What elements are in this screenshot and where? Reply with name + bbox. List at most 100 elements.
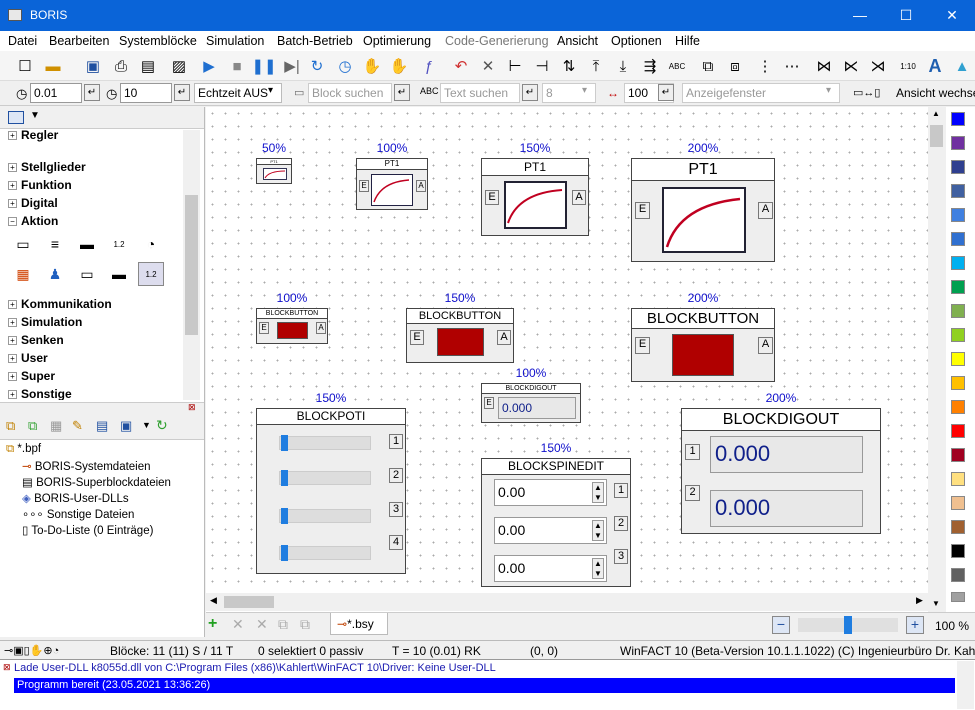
category-super[interactable]: + Super	[8, 369, 55, 383]
block-bar-icon[interactable]: ▬	[106, 262, 132, 286]
connect3-icon[interactable]: ⋊	[867, 55, 889, 77]
color-swatch[interactable]	[951, 400, 965, 414]
color-swatch[interactable]	[951, 208, 965, 222]
status-icons[interactable]: ⊸▣▯✋⊕◔	[4, 644, 59, 657]
close-tab-icon[interactable]: ✕	[232, 616, 244, 633]
slider-thumb-1[interactable]	[281, 435, 288, 451]
align-top-icon[interactable]: ⤒	[585, 55, 607, 77]
category-aktion[interactable]: − Aktion	[8, 214, 58, 228]
red-button[interactable]	[277, 322, 308, 339]
blockdigout-200[interactable]: BLOCKDIGOUT 1 2 0.000 0.000	[681, 408, 881, 534]
color-swatch[interactable]	[951, 304, 965, 318]
category-stellglieder[interactable]: + Stellglieder	[8, 160, 86, 174]
delete-icon[interactable]: ✕	[477, 55, 499, 77]
menu-bearbeiten[interactable]: Bearbeiten	[49, 34, 109, 48]
copy-icon[interactable]: ⊣	[531, 55, 553, 77]
tree-icon[interactable]: ⋮	[754, 55, 776, 77]
tree-systemdateien[interactable]: ⊸ BORIS-Systemdateien	[22, 459, 151, 473]
color-swatch[interactable]	[951, 112, 965, 126]
picture-icon[interactable]: ▨	[168, 55, 190, 77]
color-swatch[interactable]	[951, 160, 965, 174]
step-icon[interactable]: ▶|	[281, 55, 303, 77]
scroll-down-icon[interactable]: ▼	[932, 599, 940, 608]
block-digout-icon[interactable]: ▬	[74, 232, 100, 256]
display-window-select[interactable]: Anzeigefenster	[682, 83, 840, 103]
color-swatch[interactable]	[951, 544, 965, 558]
menu-batch[interactable]: Batch-Betrieb	[277, 34, 353, 48]
step-size-field[interactable]: 0.01	[30, 83, 82, 103]
time-apply-icon[interactable]: ↵	[174, 84, 190, 101]
stop-icon[interactable]: ■	[226, 55, 248, 77]
pt1-block-150[interactable]: PT1 E A	[481, 158, 589, 236]
scroll-thumb[interactable]	[930, 125, 943, 147]
blockbutton-200[interactable]: BLOCKBUTTON E A	[631, 308, 775, 382]
zoom-out-button[interactable]: −	[772, 616, 790, 634]
category-regler[interactable]: + Regler	[8, 130, 58, 142]
maximize-icon[interactable]: ☐	[883, 0, 929, 31]
spellcheck-icon[interactable]: ABC	[666, 55, 688, 77]
number-select[interactable]: 8	[542, 83, 596, 103]
save-icon[interactable]: ▣	[82, 55, 104, 77]
step-apply-icon[interactable]: ↵	[84, 84, 100, 101]
duplicate-icon[interactable]: ⧉	[278, 616, 288, 633]
list-view-icon[interactable]	[8, 111, 24, 124]
block-search-input[interactable]: Block suchen	[308, 83, 392, 103]
hierarchy-icon[interactable]: ⋯	[781, 55, 803, 77]
block-gauge-icon[interactable]: ◔	[138, 232, 164, 256]
spin-arrows-icon[interactable]: ▲ ▼	[592, 558, 604, 579]
cut-icon[interactable]: ⊢	[504, 55, 526, 77]
tree-sonstige[interactable]: ∘∘∘ Sonstige Dateien	[22, 507, 134, 521]
chevron-down-icon[interactable]: ▼	[142, 420, 151, 430]
blockbutton-100[interactable]: BLOCKBUTTON E A	[256, 308, 328, 344]
category-kommunikation[interactable]: + Kommunikation	[8, 297, 112, 311]
block-spinedit-icon[interactable]: 1.2	[138, 262, 164, 286]
category-funktion[interactable]: + Funktion	[8, 178, 72, 192]
menu-ansicht[interactable]: Ansicht	[557, 34, 598, 48]
color-swatch[interactable]	[951, 352, 965, 366]
sim-time-field[interactable]: 10	[120, 83, 172, 103]
edit-icon[interactable]: ✎	[72, 418, 83, 434]
sync-icon[interactable]: ↻	[156, 417, 168, 434]
stop-hand-icon[interactable]: ✋	[388, 55, 410, 77]
slider-thumb-3[interactable]	[281, 508, 288, 524]
spin-input-3[interactable]: 0.00	[494, 555, 607, 582]
canvas-hscrollbar[interactable]: ◀ ▶	[206, 593, 928, 611]
close-log-icon[interactable]: ⊠	[3, 662, 11, 673]
slider-thumb-4[interactable]	[281, 545, 288, 561]
spin-arrows-icon[interactable]: ▲ ▼	[592, 482, 604, 503]
block-search-apply-icon[interactable]: ↵	[394, 84, 410, 101]
menu-hilfe[interactable]: Hilfe	[675, 34, 700, 48]
align-icon[interactable]: ⇅	[558, 55, 580, 77]
save-project-icon[interactable]: ▣	[120, 418, 132, 434]
log-scrollbar[interactable]	[957, 661, 974, 709]
slider-track-4[interactable]	[279, 546, 371, 560]
menu-optimierung[interactable]: Optimierung	[363, 34, 431, 48]
slider-track-1[interactable]	[279, 436, 371, 450]
align-bottom-icon[interactable]: ⤓	[612, 55, 634, 77]
close-panel-icon[interactable]: ⊠	[188, 402, 196, 413]
text-search-input[interactable]: Text suchen	[440, 83, 520, 103]
minimize-icon[interactable]: —	[837, 0, 883, 31]
block-display-icon[interactable]: ▭	[74, 262, 100, 286]
text-icon[interactable]: A	[924, 55, 946, 77]
chevron-down-icon[interactable]: ▼	[30, 110, 40, 121]
scroll-up-icon[interactable]: ▲	[932, 109, 940, 118]
tree-todo[interactable]: ▯ To-Do-Liste (0 Einträge)	[22, 523, 153, 537]
library-scrollbar[interactable]	[183, 130, 200, 400]
close-all-icon[interactable]: ✕	[256, 616, 268, 633]
open-folder-icon[interactable]: ▬	[42, 55, 64, 77]
block-slider-icon[interactable]: ≡	[42, 232, 68, 256]
tree-superblock[interactable]: ▤ BORIS-Superblockdateien	[22, 475, 171, 489]
add-icon[interactable]: ⧉	[28, 418, 37, 434]
color-swatch[interactable]	[951, 184, 965, 198]
spin-input-1[interactable]: 0.00	[494, 479, 607, 506]
menu-optionen[interactable]: Optionen	[611, 34, 662, 48]
category-digital[interactable]: + Digital	[8, 196, 58, 210]
color-swatch[interactable]	[951, 376, 965, 390]
pause-icon[interactable]: ❚❚	[251, 55, 276, 77]
print-preview-icon[interactable]: ▤	[137, 55, 159, 77]
project-root[interactable]: ⧉ *.bpf	[6, 443, 41, 456]
tab-bsy[interactable]: ⊸*.bsy	[330, 613, 388, 635]
scroll-left-icon[interactable]: ◀	[210, 595, 217, 606]
pt1-block-200[interactable]: PT1 E A	[631, 158, 775, 262]
